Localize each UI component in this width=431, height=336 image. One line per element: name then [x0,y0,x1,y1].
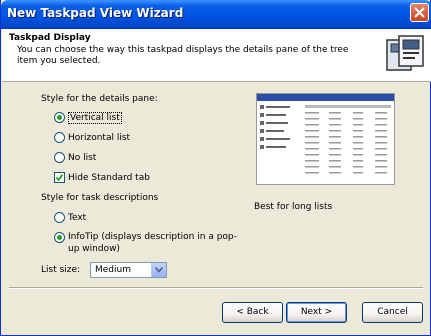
wizard-header: Taskpad Display You can choose the way t… [2,29,431,82]
wizard-window: New Taskpad View Wizard Taskpad Display … [0,0,431,336]
preview-content [260,105,391,174]
task-descriptions-group-label: Style for task descriptions [41,193,159,203]
no-list-label: No list [68,152,97,163]
list-size-dropdown[interactable]: Medium [90,262,167,278]
back-button[interactable]: < Back [222,302,283,323]
horizontal-list-label: Horizontal list [68,132,131,143]
radio-selected-icon [54,232,65,243]
title-bar[interactable]: New Taskpad View Wizard [1,0,431,29]
hide-standard-tab-checkbox[interactable]: Hide Standard tab [54,171,150,184]
list-size-value: Medium [95,265,131,275]
page-description: You can choose the way this taskpad disp… [17,45,349,66]
button-separator [9,287,423,289]
preview-caption: Best for long lists [254,202,333,212]
layout-preview-image [256,93,395,185]
text-option-label: Text [68,212,87,223]
infotip-radio[interactable]: InfoTip (displays description in a pop-u… [54,231,238,257]
chevron-down-icon [155,267,163,273]
cancel-button[interactable]: Cancel [362,302,423,323]
vertical-list-radio[interactable]: Vertical list [54,111,122,124]
radio-selected-icon [54,112,65,123]
window-title: New Taskpad View Wizard [7,6,184,20]
close-button[interactable] [410,3,429,22]
radio-icon [54,152,65,163]
radio-icon [54,132,65,143]
next-button[interactable]: Next > [286,302,347,323]
list-size-label: List size: [41,265,81,275]
close-icon [414,7,425,18]
details-pane-group-label: Style for the details pane: [41,94,158,104]
text-radio[interactable]: Text [54,211,86,224]
checkmark-icon [55,174,64,182]
horizontal-list-radio[interactable]: Horizontal list [54,131,130,144]
checkbox-icon [54,172,65,183]
vertical-list-label: Vertical list [68,111,122,124]
no-list-radio[interactable]: No list [54,151,96,164]
wizard-icon [386,35,424,71]
infotip-option-label: InfoTip (displays description in a pop-u… [68,232,237,254]
radio-icon [54,212,65,223]
dropdown-arrow-button[interactable] [151,263,166,277]
hide-standard-tab-label: Hide Standard tab [68,172,150,183]
page-title: Taskpad Display [9,33,91,43]
